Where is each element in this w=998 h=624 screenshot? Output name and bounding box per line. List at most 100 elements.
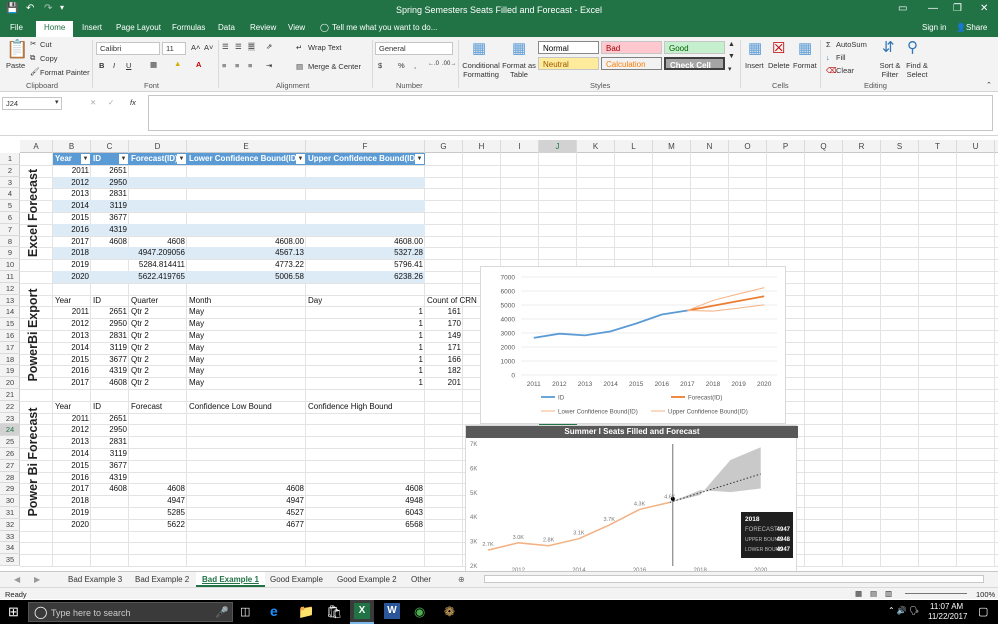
merge-center-button[interactable]: Merge & Center: [308, 62, 361, 71]
row-header[interactable]: 1: [0, 153, 20, 165]
table-cell[interactable]: 166: [425, 354, 463, 366]
align-right-icon[interactable]: ≡: [248, 61, 252, 70]
table-cell[interactable]: 2016: [53, 223, 91, 236]
table-cell[interactable]: 2013: [53, 436, 91, 448]
delete-cells-button[interactable]: Delete: [768, 61, 790, 70]
table-header-cell[interactable]: Confidence High Bound: [306, 401, 425, 413]
table-cell[interactable]: 2020: [53, 271, 91, 283]
table-cell[interactable]: 170: [425, 318, 463, 330]
filter-dropdown-icon[interactable]: ▼: [296, 154, 305, 164]
table-cell[interactable]: 2014: [53, 448, 91, 460]
table-cell[interactable]: 1: [306, 318, 425, 330]
table-cell[interactable]: May: [187, 318, 306, 330]
table-cell[interactable]: 2950: [91, 318, 129, 330]
excel-forecast-chart[interactable]: 0 1000 2000 3000 4000 5000 6000 7000 2011 2012 201…: [480, 266, 786, 424]
font-name-select[interactable]: Calibri: [96, 42, 160, 55]
table-cell[interactable]: [187, 223, 306, 236]
tab-file[interactable]: File: [10, 23, 23, 32]
row-header[interactable]: 34: [0, 542, 20, 555]
table-cell[interactable]: May: [187, 306, 306, 318]
row-header[interactable]: 13: [0, 295, 20, 307]
column-header[interactable]: A: [20, 140, 53, 153]
table-header-cell[interactable]: Month: [187, 295, 306, 307]
word-icon[interactable]: W: [384, 603, 400, 619]
task-view-icon[interactable]: ◫: [240, 605, 250, 618]
table-cell[interactable]: [187, 436, 306, 448]
store-icon[interactable]: 🛍: [326, 604, 343, 620]
row-header[interactable]: 18: [0, 354, 20, 366]
table-cell[interactable]: 6043: [306, 507, 425, 519]
zoom-level[interactable]: 100%: [976, 590, 995, 599]
styles-scroll-down-icon[interactable]: ▼: [728, 53, 735, 60]
row-header[interactable]: 3: [0, 177, 20, 189]
decrease-decimal-icon[interactable]: .00→: [442, 61, 456, 67]
table-cell[interactable]: [306, 212, 425, 224]
table-cell[interactable]: [306, 424, 425, 436]
table-cell[interactable]: 2017: [53, 236, 91, 248]
paste-icon[interactable]: 📋: [6, 39, 28, 60]
table-cell[interactable]: 2015: [53, 212, 91, 224]
normal-view-icon[interactable]: ▦: [855, 589, 862, 598]
table-cell[interactable]: 5284.814411: [129, 259, 187, 271]
table-cell[interactable]: [129, 200, 187, 212]
table-header-cell[interactable]: Quarter: [129, 295, 187, 307]
collapse-ribbon-icon[interactable]: ⌃: [986, 81, 992, 89]
filter-dropdown-icon[interactable]: ▼: [81, 154, 90, 164]
style-calculation[interactable]: Calculation: [601, 57, 662, 70]
table-cell[interactable]: 2012: [53, 318, 91, 330]
table-cell[interactable]: 2020: [53, 519, 91, 531]
align-center-icon[interactable]: ≡: [235, 61, 239, 70]
table-header-cell[interactable]: Year: [53, 295, 91, 307]
row-header[interactable]: 21: [0, 389, 20, 401]
table-cell[interactable]: Qtr 2: [129, 377, 187, 389]
table-header-cell[interactable]: Confidence Low Bound: [187, 401, 306, 413]
indent-icon[interactable]: ⇥: [266, 61, 272, 70]
styles-scroll-up-icon[interactable]: ▲: [728, 41, 735, 48]
align-top-icon[interactable]: ☰: [222, 42, 229, 51]
row-header[interactable]: 12: [0, 283, 20, 295]
number-format-select[interactable]: General: [375, 42, 453, 55]
table-cell[interactable]: [91, 495, 129, 507]
row-header[interactable]: 20: [0, 377, 20, 389]
table-cell[interactable]: [129, 436, 187, 448]
column-header[interactable]: B: [53, 140, 91, 153]
table-cell[interactable]: [129, 176, 187, 189]
table-cell[interactable]: 4947.209056: [129, 247, 187, 260]
table-cell[interactable]: [129, 188, 187, 200]
table-cell[interactable]: [306, 165, 425, 177]
table-cell[interactable]: 2651: [91, 165, 129, 177]
restore-icon[interactable]: ❐: [953, 3, 962, 14]
row-header[interactable]: 8: [0, 236, 20, 248]
table-cell[interactable]: 2019: [53, 507, 91, 519]
comma-button[interactable]: ,: [414, 61, 416, 70]
row-header[interactable]: 5: [0, 200, 20, 212]
table-cell[interactable]: 2017: [53, 483, 91, 495]
format-painter-button[interactable]: Format Painter: [40, 68, 90, 77]
table-cell[interactable]: 5796.41: [306, 259, 425, 271]
edge-icon[interactable]: e: [270, 603, 278, 619]
table-cell[interactable]: 2011: [53, 306, 91, 318]
column-header[interactable]: G: [425, 140, 463, 153]
zoom-slider[interactable]: [905, 593, 967, 594]
table-cell[interactable]: [187, 200, 306, 212]
tab-home[interactable]: Home: [36, 21, 74, 37]
row-header[interactable]: 15: [0, 318, 20, 330]
table-cell[interactable]: 4947: [187, 495, 306, 507]
table-cell[interactable]: 1: [306, 330, 425, 342]
table-cell[interactable]: 4608: [129, 236, 187, 248]
table-cell[interactable]: 2831: [91, 188, 129, 200]
sign-in-link[interactable]: Sign in: [922, 23, 946, 32]
table-cell[interactable]: [91, 519, 129, 531]
table-cell[interactable]: 4677: [187, 519, 306, 531]
table-cell[interactable]: 2016: [53, 472, 91, 484]
cancel-icon[interactable]: ✕: [90, 98, 96, 107]
style-good[interactable]: Good: [664, 41, 725, 54]
insert-cells-button[interactable]: Insert: [745, 61, 764, 70]
row-header[interactable]: 33: [0, 531, 20, 543]
align-bottom-icon[interactable]: ☰: [248, 42, 255, 51]
table-cell[interactable]: 4608: [129, 483, 187, 495]
formula-input[interactable]: [148, 95, 993, 131]
style-bad[interactable]: Bad: [601, 41, 662, 54]
tab-data[interactable]: Data: [218, 23, 235, 32]
column-header[interactable]: C: [91, 140, 129, 153]
